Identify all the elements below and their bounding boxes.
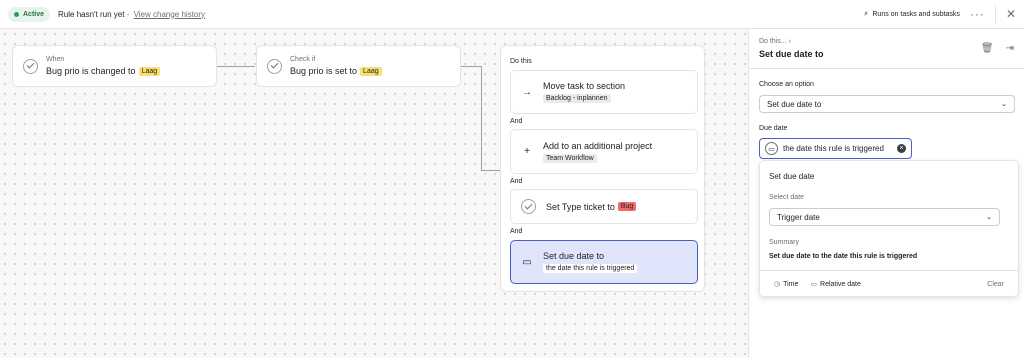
select-date-label: Select date [769, 194, 805, 201]
action-set-type[interactable]: Set Type ticket to Bug [510, 189, 698, 224]
and-label: And [510, 178, 523, 185]
popup-footer: ◷ Time ▭ Relative date Clear [760, 270, 1018, 297]
status-dot-icon [14, 11, 19, 17]
select-date-value: Trigger date [777, 212, 820, 222]
check-label: Check if [290, 56, 316, 63]
panel-title: Set due date to [759, 49, 824, 59]
trigger-label: When [46, 56, 65, 63]
due-date-field[interactable]: ▭ the date this rule is triggered × [759, 138, 912, 159]
and-label: And [510, 228, 523, 235]
status-badge: Active [8, 6, 51, 22]
relative-date-button[interactable]: ▭ Relative date [810, 280, 860, 288]
top-right-controls: ⚡ Runs on tasks and subtasks ··· ✕ [863, 5, 1016, 23]
connector-line [217, 66, 255, 67]
check-text: Bug prio is set to [290, 66, 358, 76]
runs-on-label: Runs on tasks and subtasks [872, 10, 960, 18]
check-circle-icon [267, 58, 282, 74]
panel-header-icons: 🗑 ⇥ [981, 43, 1014, 54]
trigger-card[interactable]: When Bug prio is changed to Laag [12, 45, 217, 87]
action-detail: Team Workflow [543, 153, 597, 163]
calendar-icon: ▭ [522, 256, 532, 268]
action-tag: Bug [617, 202, 637, 211]
divider [994, 5, 996, 23]
close-icon[interactable]: ✕ [1006, 7, 1016, 21]
clock-icon: ◷ [774, 281, 781, 288]
lightning-icon: ⚡ [863, 11, 869, 18]
check-circle-icon [521, 199, 536, 214]
action-title: Set due date to [543, 251, 605, 261]
action-title: Set Type ticket to [546, 201, 615, 212]
actions-title: Do this [510, 58, 532, 65]
due-date-popup: Set due date Select date Trigger date ⌄ … [759, 160, 1019, 297]
action-title: Move task to section [543, 81, 626, 91]
check-text-row: Bug prio is set to Laag [290, 66, 382, 76]
check-card[interactable]: Check if Bug prio is set to Laag [256, 45, 461, 87]
divider [749, 68, 1024, 69]
connector-line [461, 66, 481, 67]
clear-icon[interactable]: × [897, 144, 906, 153]
action-title-row: Set Type ticket to Bug [546, 201, 637, 212]
time-button-label: Time [783, 281, 799, 288]
chevron-down-icon: ⌄ [1001, 101, 1007, 108]
action-detail: the date this rule is triggered [543, 264, 638, 273]
actions-card: Do this → Move task to section Backlog -… [500, 45, 705, 292]
clear-button[interactable]: Clear [987, 281, 1004, 288]
action-editor-panel: Do this... › Set due date to 🗑 ⇥ Choose … [748, 29, 1024, 357]
run-status-text: Rule hasn't run yet · [58, 9, 132, 19]
collapse-panel-icon[interactable]: ⇥ [1006, 43, 1014, 54]
trash-icon[interactable]: 🗑 [981, 43, 994, 54]
runs-on-button[interactable]: ⚡ Runs on tasks and subtasks [863, 10, 960, 19]
trigger-text: Bug prio is changed to [46, 66, 136, 76]
breadcrumb[interactable]: Do this... › [759, 38, 791, 45]
action-set-due-date[interactable]: ▭ Set due date to the date this rule is … [510, 240, 698, 284]
action-title: Add to an additional project [543, 140, 653, 151]
summary-text: Set due date to the date this rule is tr… [769, 253, 918, 260]
action-detail: Backlog - inplannen [543, 94, 611, 103]
select-date-dropdown[interactable]: Trigger date ⌄ [769, 208, 1000, 226]
plus-icon: + [524, 146, 530, 157]
arrow-right-icon: → [522, 86, 532, 98]
and-label: And [510, 118, 523, 125]
action-add-project[interactable]: + Add to an additional project Team Work… [510, 129, 698, 174]
rule-canvas: When Bug prio is changed to Laag Check i… [0, 29, 748, 357]
status-badge-label: Active [23, 10, 45, 18]
option-select[interactable]: Set due date to ⌄ [759, 95, 1015, 113]
calendar-icon: ▭ [765, 142, 778, 155]
top-bar: Active Rule hasn't run yet · View change… [0, 0, 1024, 29]
calendar-plus-icon: ▭ [810, 281, 818, 288]
check-circle-icon [23, 58, 38, 74]
breadcrumb-label: Do this... [759, 38, 787, 45]
more-horizontal-icon[interactable]: ··· [970, 7, 985, 21]
connector-line [481, 66, 482, 170]
chevron-right-icon: › [788, 38, 791, 45]
relative-date-label: Relative date [820, 281, 861, 288]
view-change-history-link[interactable]: View change history [134, 10, 205, 19]
action-move-task[interactable]: → Move task to section Backlog - inplann… [510, 70, 698, 114]
chevron-down-icon: ⌄ [986, 214, 992, 221]
choose-option-label: Choose an option [759, 81, 814, 88]
run-status: Rule hasn't run yet · View change histor… [58, 10, 205, 19]
popup-title: Set due date [769, 172, 815, 181]
due-date-value: the date this rule is triggered [783, 144, 884, 153]
option-select-value: Set due date to [767, 99, 822, 109]
summary-label: Summary [769, 239, 799, 246]
trigger-text-row: Bug prio is changed to Laag [46, 66, 161, 76]
connector-line [481, 170, 500, 171]
trigger-tag: Laag [138, 66, 161, 76]
due-date-label: Due date [759, 125, 788, 132]
check-tag: Laag [360, 66, 382, 76]
time-button[interactable]: ◷ Time [774, 280, 798, 288]
